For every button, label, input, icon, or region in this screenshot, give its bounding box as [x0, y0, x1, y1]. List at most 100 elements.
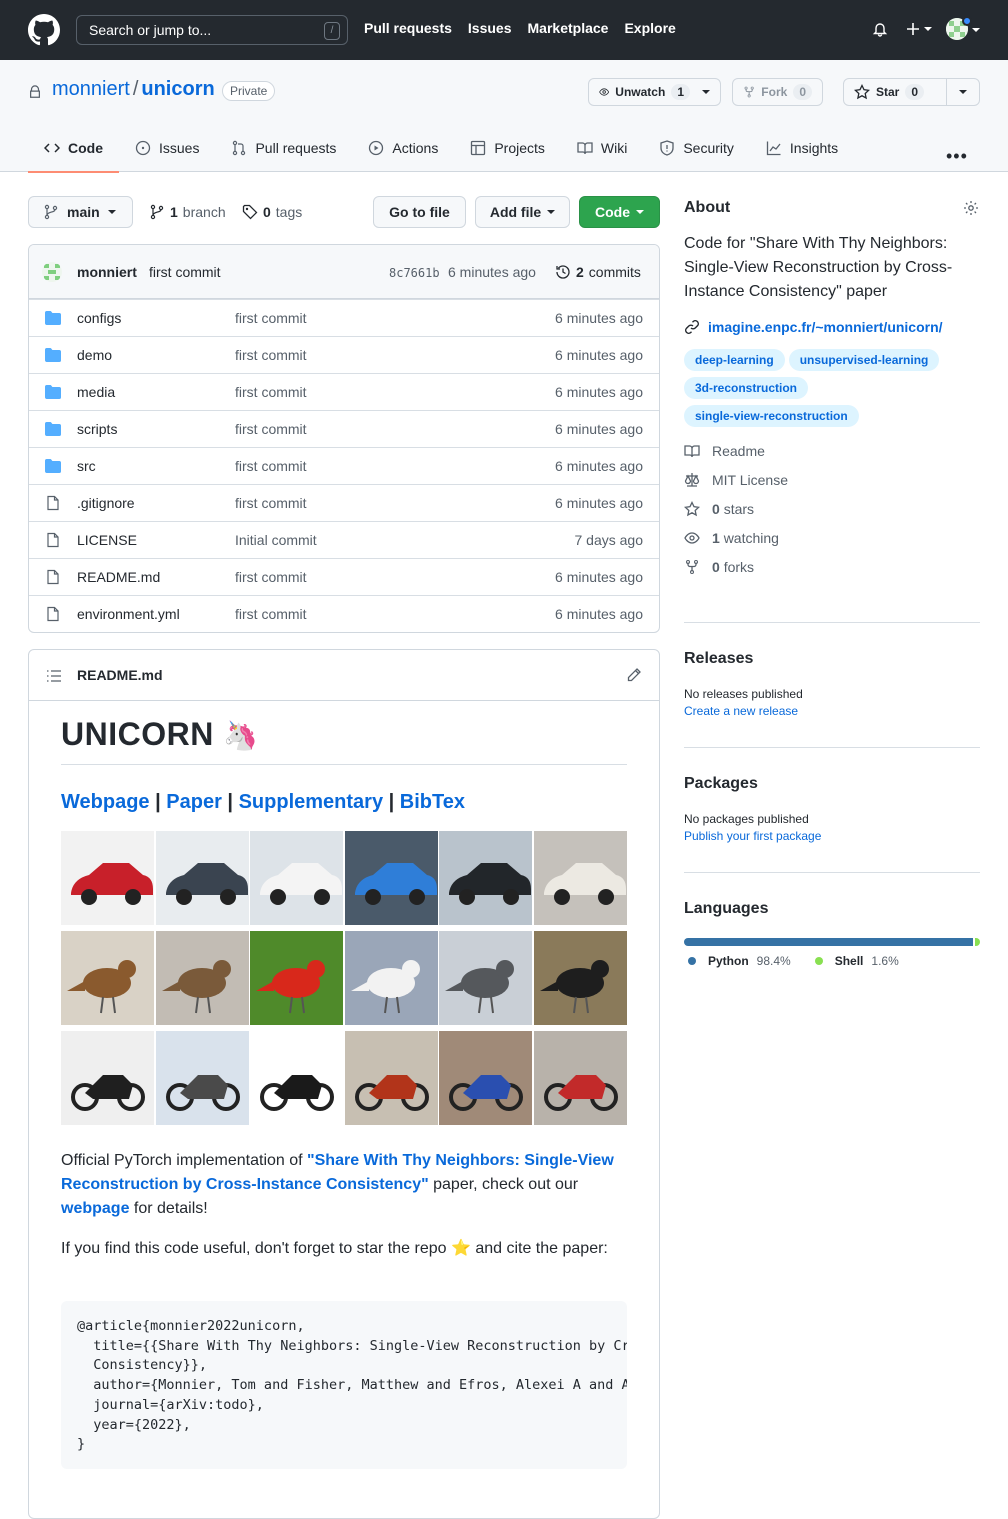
tab-projects[interactable]: Projects: [454, 124, 561, 172]
watch-count: 1: [671, 84, 690, 100]
repo-owner-link[interactable]: monniert: [52, 78, 130, 100]
releases-section: Releases No releases published Create a …: [684, 650, 980, 718]
file-name[interactable]: README.md: [77, 569, 160, 585]
tab-wiki[interactable]: Wiki: [561, 124, 643, 172]
nav-pull-requests[interactable]: Pull requests: [364, 20, 452, 36]
stars-link[interactable]: 0 stars: [684, 494, 980, 523]
create-release-link[interactable]: Create a new release: [684, 704, 980, 718]
website-link[interactable]: imagine.enpc.fr/~monniert/unicorn/: [684, 319, 980, 335]
file-commit-message[interactable]: first commit: [235, 421, 307, 437]
pencil-icon[interactable]: [626, 667, 642, 683]
file-row[interactable]: demo first commit 6 minutes ago: [29, 336, 659, 373]
topic-tag[interactable]: unsupervised-learning: [788, 349, 940, 371]
commits-link[interactable]: 2 commits: [555, 264, 641, 280]
file-name[interactable]: .gitignore: [77, 495, 135, 511]
github-logo-icon[interactable]: [28, 14, 60, 46]
tab-code[interactable]: Code: [28, 124, 119, 173]
branches-link[interactable]: 1 branch: [149, 204, 226, 220]
license-link[interactable]: MIT License: [684, 465, 980, 494]
tags-link[interactable]: 0 tags: [242, 204, 302, 220]
file-row[interactable]: README.md first commit 6 minutes ago: [29, 558, 659, 595]
repo-name-link[interactable]: unicorn: [141, 78, 214, 100]
file-row[interactable]: media first commit 6 minutes ago: [29, 373, 659, 410]
file-commit-message[interactable]: first commit: [235, 569, 307, 585]
file-row[interactable]: environment.yml first commit 6 minutes ago: [29, 595, 659, 632]
file-row[interactable]: scripts first commit 6 minutes ago: [29, 410, 659, 447]
latest-commit-bar: monniert first commit 8c7661b 6 minutes …: [29, 245, 659, 299]
supplementary-link[interactable]: Supplementary: [239, 791, 383, 813]
bibtex-link[interactable]: BibTex: [400, 791, 465, 813]
commit-count: 2: [576, 264, 584, 280]
add-file-button[interactable]: Add file: [475, 196, 570, 228]
file-commit-message[interactable]: Initial commit: [235, 532, 317, 548]
photo-icon: [533, 931, 627, 1025]
commit-sha[interactable]: 8c7661b: [389, 266, 440, 280]
tab-issues[interactable]: Issues: [119, 124, 215, 172]
issue-icon: [135, 140, 151, 156]
file-name[interactable]: scripts: [77, 421, 117, 437]
more-options-icon[interactable]: •••: [946, 146, 968, 167]
language-item[interactable]: Shell 1.6%: [814, 954, 899, 968]
file-row[interactable]: configs first commit 6 minutes ago: [29, 299, 659, 336]
file-row[interactable]: LICENSE Initial commit 7 days ago: [29, 521, 659, 558]
file-row[interactable]: .gitignore first commit 6 minutes ago: [29, 484, 659, 521]
file-name[interactable]: configs: [77, 310, 121, 326]
shield-icon: [660, 140, 674, 156]
nav-explore[interactable]: Explore: [624, 20, 675, 36]
file-name[interactable]: environment.yml: [77, 606, 180, 622]
fork-button[interactable]: Fork 0: [732, 78, 823, 106]
file-commit-message[interactable]: first commit: [235, 495, 307, 511]
readme-links: Webpage | Paper | Supplementary | BibTex: [61, 791, 465, 814]
commit-message[interactable]: first commit: [149, 264, 221, 280]
forks-link[interactable]: 0 forks: [684, 552, 980, 581]
releases-heading[interactable]: Releases: [684, 650, 980, 668]
file-name[interactable]: LICENSE: [77, 532, 137, 548]
create-new-dropdown[interactable]: [905, 21, 932, 37]
releases-empty-text: No releases published: [684, 687, 803, 701]
tab-insights[interactable]: Insights: [750, 124, 854, 172]
readme-link[interactable]: Readme: [684, 436, 980, 465]
language-item[interactable]: Python 98.4%: [688, 954, 791, 968]
search-input[interactable]: Search or jump to... /: [76, 15, 348, 45]
file-commit-message[interactable]: first commit: [235, 310, 307, 326]
watching-link[interactable]: 1 watching: [684, 523, 980, 552]
unwatch-button[interactable]: Unwatch 1: [588, 78, 721, 106]
webpage-inline-link[interactable]: webpage: [61, 1200, 129, 1217]
webpage-link[interactable]: Webpage: [61, 791, 150, 813]
star-list-dropdown[interactable]: [946, 78, 980, 106]
star-button[interactable]: Star 0: [843, 78, 947, 106]
photo-icon: [533, 1031, 627, 1125]
packages-heading[interactable]: Packages: [684, 775, 980, 793]
tab-security[interactable]: Security: [643, 124, 750, 172]
tab-pull-requests[interactable]: Pull requests: [215, 124, 352, 172]
go-to-file-button[interactable]: Go to file: [373, 196, 466, 228]
file-name[interactable]: media: [77, 384, 115, 400]
bell-icon[interactable]: [872, 21, 888, 37]
nav-marketplace[interactable]: Marketplace: [528, 20, 609, 36]
file-row[interactable]: src first commit 6 minutes ago: [29, 447, 659, 484]
file-commit-message[interactable]: first commit: [235, 347, 307, 363]
nav-issues[interactable]: Issues: [468, 20, 512, 36]
file-commit-message[interactable]: first commit: [235, 458, 307, 474]
heading-divider: [61, 764, 627, 765]
topic-tag[interactable]: deep-learning: [684, 349, 785, 371]
code-button[interactable]: Code: [579, 196, 660, 228]
branch-selector[interactable]: main: [28, 196, 133, 228]
file-commit-time: 6 minutes ago: [555, 421, 643, 437]
file-commit-message[interactable]: first commit: [235, 384, 307, 400]
bibtex-code-block[interactable]: @article{monnier2022unicorn, title={{Sha…: [61, 1301, 627, 1469]
publish-package-link[interactable]: Publish your first package: [684, 829, 980, 843]
commit-author-avatar[interactable]: [42, 262, 62, 282]
topic-tag[interactable]: 3d-reconstruction: [684, 377, 809, 399]
file-name[interactable]: demo: [77, 347, 112, 363]
gear-icon[interactable]: [963, 200, 979, 216]
tab-actions[interactable]: Actions: [352, 124, 454, 172]
list-icon[interactable]: [46, 668, 62, 684]
star-emoji-icon: ⭐: [450, 1240, 471, 1257]
file-name[interactable]: src: [77, 458, 96, 474]
readme-file-name: README.md: [77, 667, 163, 683]
paper-link[interactable]: Paper: [166, 791, 222, 813]
file-commit-message[interactable]: first commit: [235, 606, 307, 622]
topic-tag[interactable]: single-view-reconstruction: [684, 405, 859, 427]
commit-author[interactable]: monniert: [77, 264, 137, 280]
